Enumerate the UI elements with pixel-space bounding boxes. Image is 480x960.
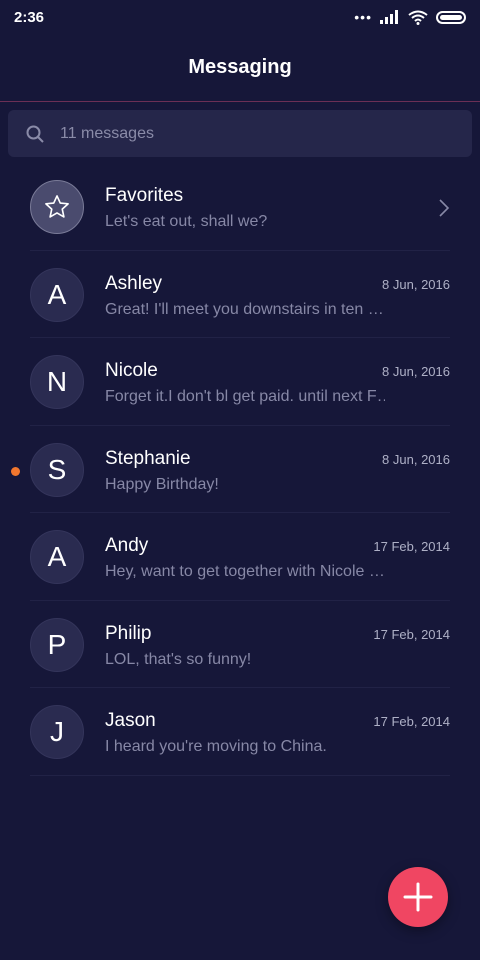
conversation-name: Stephanie — [105, 447, 191, 469]
conversation-item-favorites[interactable]: Favorites Let's eat out, shall we? — [30, 163, 450, 251]
search-placeholder: 11 messages — [60, 124, 154, 142]
page-title: Messaging — [188, 56, 292, 78]
chevron-right-icon — [439, 199, 450, 217]
conversation-preview: Let's eat out, shall we? — [105, 213, 268, 230]
avatar — [30, 180, 84, 234]
conversation-date: 17 Feb, 2014 — [373, 714, 450, 729]
signal-icon — [380, 10, 398, 24]
search-bar[interactable]: 11 messages — [8, 110, 472, 157]
conversation-list: Favorites Let's eat out, shall we? A Ash… — [0, 163, 480, 776]
conversation-preview: Happy Birthday! — [105, 475, 219, 493]
plus-icon — [403, 882, 433, 912]
conversation-name: Jason — [105, 710, 156, 731]
avatar: S — [30, 442, 84, 497]
conversation-date: 17 Feb, 2014 — [373, 626, 450, 642]
conversation-preview: Hey, want to get together with Nicole … — [105, 563, 385, 580]
conversation-item-stephanie[interactable]: S Stephanie 8 Jun, 2016 Happy Birthday! — [11, 426, 450, 513]
conversation-date: 17 Feb, 2014 — [373, 539, 450, 554]
avatar: J — [30, 705, 84, 759]
conversation-name: Ashley — [105, 272, 163, 294]
conversation-item-philip[interactable]: P Philip 17 Feb, 2014 LOL, that's so fun… — [30, 601, 450, 688]
avatar: A — [30, 267, 84, 322]
new-message-button[interactable] — [388, 867, 448, 927]
conversation-item-andy[interactable]: A Andy 17 Feb, 2014 Hey, want to get tog… — [30, 513, 450, 601]
wifi-icon — [408, 10, 428, 25]
battery-icon — [436, 10, 466, 24]
conversation-preview: I heard you're moving to China. — [105, 738, 327, 755]
search-icon — [26, 125, 44, 143]
conversation-name: Nicole — [105, 360, 158, 381]
star-icon — [45, 195, 69, 218]
conversation-item-ashley[interactable]: A Ashley 8 Jun, 2016 Great! I'll meet yo… — [30, 251, 450, 338]
conversation-name: Andy — [105, 535, 149, 556]
status-icons: ••• — [354, 9, 466, 25]
avatar: N — [30, 355, 84, 409]
conversation-name: Philip — [105, 622, 152, 644]
conversation-name: Favorites — [105, 185, 184, 206]
app-header: Messaging — [0, 34, 480, 102]
conversation-preview: LOL, that's so funny! — [105, 650, 252, 668]
conversation-item-jason[interactable]: J Jason 17 Feb, 2014 I heard you're movi… — [30, 688, 450, 776]
conversation-date: 8 Jun, 2016 — [382, 276, 450, 292]
status-time: 2:36 — [14, 8, 45, 26]
conversation-preview: Great! I'll meet you downstairs in ten … — [105, 300, 384, 318]
conversation-date: 8 Jun, 2016 — [382, 451, 450, 467]
conversation-item-nicole[interactable]: N Nicole 8 Jun, 2016 Forget it.I don't b… — [30, 338, 450, 426]
conversation-date: 8 Jun, 2016 — [382, 364, 450, 379]
status-bar: 2:36 ••• — [0, 0, 480, 34]
more-dots-icon: ••• — [354, 9, 372, 25]
avatar: A — [30, 530, 84, 584]
conversation-preview: Forget it.I don't bl get paid. until nex… — [105, 388, 385, 405]
avatar: P — [30, 617, 84, 672]
unread-indicator — [11, 466, 20, 476]
